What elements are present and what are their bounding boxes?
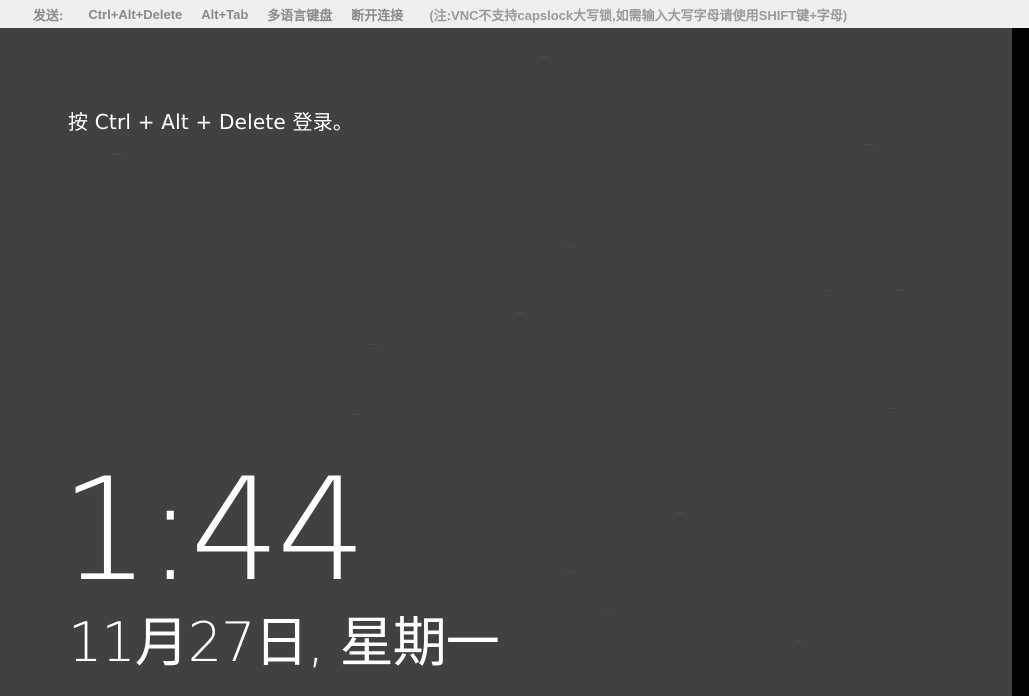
login-prompt: 按 Ctrl + Alt + Delete 登录。 (68, 110, 354, 134)
lock-screen-date: 11月27日, 星期一 (68, 611, 500, 674)
screen-edge-bar (1012, 28, 1029, 696)
send-label: 发送: (33, 7, 64, 23)
multilanguage-keyboard-button[interactable]: 多语言键盘 (267, 5, 332, 24)
capslock-note: (注:VNC不支持capslock大写锁,如需输入大写字母请使用SHIFT键+字… (429, 7, 848, 23)
remote-lock-screen[interactable]: 按 Ctrl + Alt + Delete 登录。 1:44 11月27日, 星… (0, 28, 1012, 696)
send-ctrl-alt-delete-button[interactable]: Ctrl+Alt+Delete (88, 7, 182, 22)
lock-screen-time: 1:44 (60, 448, 367, 613)
send-alt-tab-button[interactable]: Alt+Tab (201, 7, 248, 22)
disconnect-button[interactable]: 断开连接 (351, 5, 403, 24)
vnc-toolbar: 发送: Ctrl+Alt+Delete Alt+Tab 多语言键盘 断开连接 (… (0, 0, 1029, 28)
